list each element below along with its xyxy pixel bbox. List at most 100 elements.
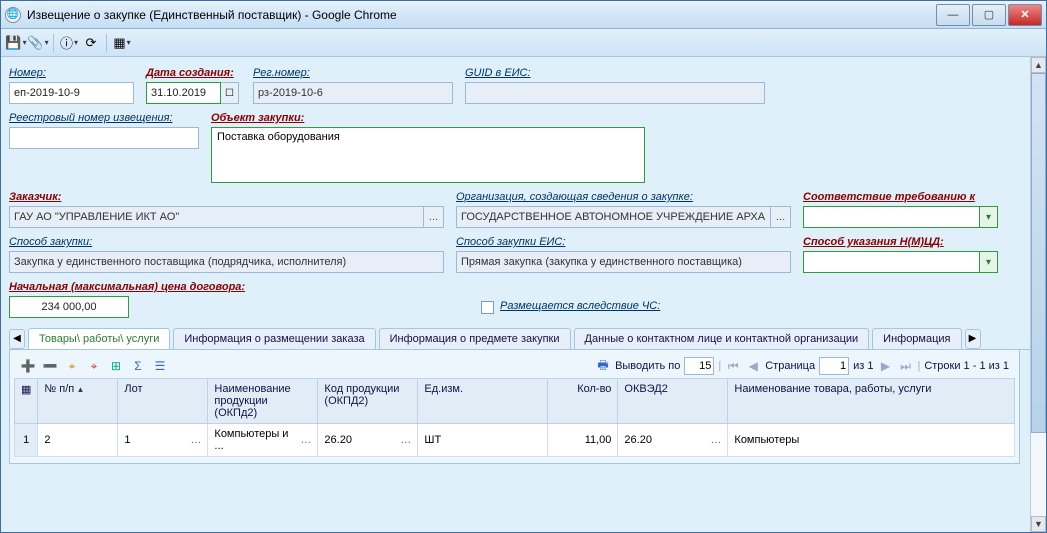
output-by-label: Выводить по	[615, 360, 680, 372]
grid-clear-filter-icon[interactable]: ⌖	[86, 358, 102, 374]
globe-icon: 🌐	[5, 7, 21, 23]
pager-last-icon[interactable]: ⏭	[897, 358, 913, 374]
calendar-icon[interactable]: ☐	[221, 82, 239, 104]
grid-delete-icon[interactable]: ➖	[42, 358, 58, 374]
page-input[interactable]	[819, 357, 849, 375]
attach-icon[interactable]: 📎	[29, 34, 47, 52]
app-window: 🌐 Извещение о закупке (Единственный пост…	[0, 0, 1047, 533]
table-row[interactable]: 1 2 1 … Компьютеры и ... … 26.20 … ШТ 11,00…	[15, 424, 1015, 457]
grid-export-excel-icon[interactable]: ⊞	[108, 358, 124, 374]
info-icon[interactable]: ⓘ	[60, 34, 78, 52]
cell-unit[interactable]: ШТ	[418, 424, 548, 457]
input-customer[interactable]	[9, 206, 424, 228]
tab-scroll-left[interactable]: ◀	[9, 329, 25, 349]
vertical-scrollbar[interactable]: ▲ ▼	[1030, 57, 1046, 532]
grid-sum-icon[interactable]: Σ	[130, 358, 146, 374]
label-method-eis: Способ закупки ЕИС:	[456, 236, 791, 248]
checkbox-chs[interactable]	[481, 301, 494, 314]
input-method[interactable]	[9, 251, 444, 273]
content-area: Номер: Дата создания: ☐ Рег.номер: GUID …	[1, 57, 1046, 532]
rows-info-label: Строки 1 - 1 из 1	[924, 360, 1009, 372]
save-icon[interactable]: 💾	[7, 34, 25, 52]
input-create-date[interactable]	[146, 82, 221, 104]
label-org-info: Организация, создающая сведения о закупк…	[456, 191, 791, 203]
row-index: 1	[15, 424, 38, 457]
lookup-icon[interactable]: …	[710, 434, 721, 446]
chevron-down-icon[interactable]: ▾	[980, 206, 998, 228]
cell-prod-name[interactable]: Компьютеры	[728, 424, 1015, 457]
header-code[interactable]: Код продукции (ОКПД2)	[318, 379, 418, 424]
table-header-row: ▦ № п/п Лот Наименование продукции (ОКПд…	[15, 379, 1015, 424]
input-method-eis[interactable]	[456, 251, 791, 273]
input-org-info[interactable]	[456, 206, 771, 228]
tab-subject-info[interactable]: Информация о предмете закупки	[379, 328, 571, 349]
pager-first-icon[interactable]: ⏮	[725, 358, 741, 374]
header-okved[interactable]: ОКВЭД2	[618, 379, 728, 424]
lookup-icon[interactable]: …	[190, 434, 201, 446]
cell-lot[interactable]: 1	[124, 434, 130, 446]
input-number[interactable]	[9, 82, 134, 104]
pager-next-icon[interactable]: ▶	[877, 358, 893, 374]
page-label: Страница	[765, 360, 815, 372]
lookup-icon[interactable]: …	[771, 206, 791, 228]
label-customer: Заказчик:	[9, 191, 444, 203]
header-npp[interactable]: № п/п	[44, 383, 84, 395]
select-nmcd-method[interactable]	[803, 251, 980, 273]
tab-scroll-right[interactable]: ▶	[965, 329, 981, 349]
input-reestr-no[interactable]	[9, 127, 199, 149]
label-object: Объект закупки:	[211, 112, 645, 124]
label-reg-number: Рег.номер:	[253, 67, 453, 79]
window-title: Извещение о закупке (Единственный постав…	[27, 8, 936, 22]
header-lot[interactable]: Лот	[118, 379, 208, 424]
lookup-icon[interactable]: …	[300, 434, 311, 446]
label-nmcd-method: Способ указания Н(М)ЦД:	[803, 236, 998, 248]
input-guid[interactable]	[465, 82, 765, 104]
grid-toolbar: ➕ ➖ ⌖ ⌖ ⊞ Σ ☰ 🖶 Выводить по | ⏮ ◀ Страни…	[14, 354, 1015, 378]
titlebar: 🌐 Извещение о закупке (Единственный пост…	[1, 1, 1046, 29]
window-maximize-button[interactable]: ▢	[972, 4, 1006, 26]
cell-name[interactable]: Компьютеры и ...	[214, 428, 296, 452]
cell-okved[interactable]: 26.20	[624, 434, 652, 446]
lookup-icon[interactable]: …	[400, 434, 411, 446]
header-qty[interactable]: Кол-во	[548, 379, 618, 424]
select-compliance[interactable]	[803, 206, 980, 228]
pager-prev-icon[interactable]: ◀	[745, 358, 761, 374]
label-chs: Размещается вследствие ЧС:	[500, 300, 660, 312]
columns-icon[interactable]: ▦	[113, 34, 131, 52]
header-name[interactable]: Наименование продукции (ОКПд2)	[208, 379, 318, 424]
tab-contact-info[interactable]: Данные о контактном лице и контактной ор…	[574, 328, 870, 349]
window-close-button[interactable]: ✕	[1008, 4, 1042, 26]
data-grid: ▦ № п/п Лот Наименование продукции (ОКПд…	[14, 378, 1015, 457]
label-nmcd-price: Начальная (максимальная) цена договора:	[9, 281, 269, 293]
grid-add-icon[interactable]: ➕	[20, 358, 36, 374]
output-by-input[interactable]	[684, 357, 714, 375]
cell-code[interactable]: 26.20	[324, 434, 352, 446]
label-create-date: Дата создания:	[146, 67, 241, 79]
tab-placement-info[interactable]: Информация о размещении заказа	[173, 328, 375, 349]
cell-qty[interactable]: 11,00	[548, 424, 618, 457]
grid-settings-icon[interactable]: ☰	[152, 358, 168, 374]
header-selector[interactable]: ▦	[15, 379, 38, 424]
tabs: ◀ Товары\ работы\ услуги Информация о ра…	[9, 328, 1038, 350]
separator	[106, 34, 107, 52]
header-unit[interactable]: Ед.изм.	[418, 379, 548, 424]
input-reg-number[interactable]	[253, 82, 453, 104]
grid-filter-icon[interactable]: ⌖	[64, 358, 80, 374]
textarea-object[interactable]	[211, 127, 645, 183]
tab-info[interactable]: Информация	[872, 328, 961, 349]
lookup-icon[interactable]: …	[424, 206, 444, 228]
input-nmcd-price[interactable]	[9, 296, 129, 318]
window-minimize-button[interactable]: —	[936, 4, 970, 26]
scroll-up-icon[interactable]: ▲	[1031, 57, 1046, 73]
scroll-thumb[interactable]	[1031, 73, 1046, 433]
grid-print-icon[interactable]: 🖶	[595, 358, 611, 374]
chevron-down-icon[interactable]: ▾	[980, 251, 998, 273]
cell-npp[interactable]: 2	[38, 424, 118, 457]
tab-goods-works-services[interactable]: Товары\ работы\ услуги	[28, 328, 170, 349]
header-prod-name[interactable]: Наименование товара, работы, услуги	[728, 379, 1015, 424]
refresh-icon[interactable]: ⟳	[82, 34, 100, 52]
label-compliance: Соответствие требованию к	[803, 191, 998, 203]
scroll-down-icon[interactable]: ▼	[1031, 516, 1046, 532]
page-of-label: из 1	[853, 360, 873, 372]
label-number: Номер:	[9, 67, 134, 79]
